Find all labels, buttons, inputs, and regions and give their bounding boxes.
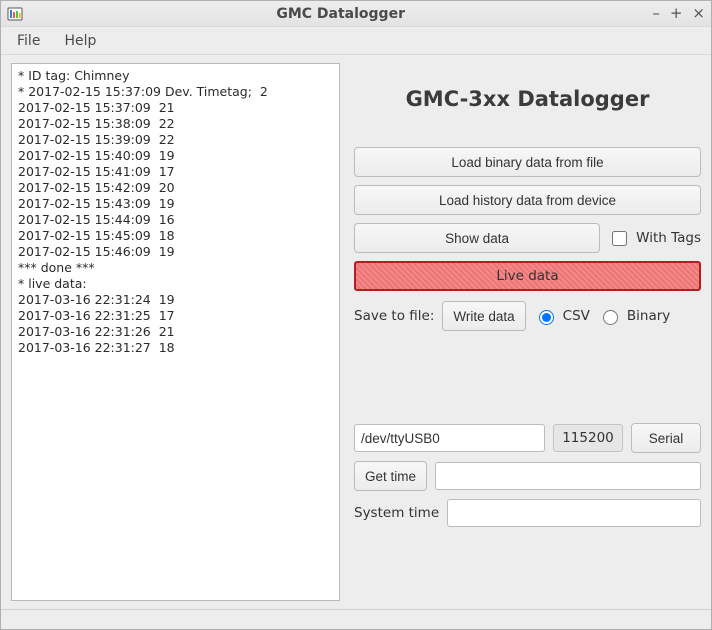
csv-radio-label[interactable]: CSV: [534, 307, 590, 325]
binary-radio[interactable]: [603, 310, 618, 325]
menubar: File Help: [1, 27, 711, 55]
log-textarea[interactable]: * ID tag: Chimney * 2017-02-15 15:37:09 …: [11, 63, 340, 601]
binary-radio-label[interactable]: Binary: [598, 307, 670, 325]
window-controls: – + ×: [652, 6, 705, 21]
app-icon: [7, 6, 23, 22]
csv-radio[interactable]: [539, 310, 554, 325]
device-time-output[interactable]: [435, 462, 701, 490]
statusbar: [1, 609, 711, 629]
system-time-output[interactable]: [447, 499, 701, 527]
show-data-button[interactable]: Show data: [354, 223, 600, 253]
close-icon[interactable]: ×: [692, 6, 705, 21]
left-pane: * ID tag: Chimney * 2017-02-15 15:37:09 …: [11, 63, 340, 601]
with-tags-text: With Tags: [636, 230, 701, 246]
save-to-file-label: Save to file:: [354, 308, 434, 324]
with-tags-checkbox-label[interactable]: With Tags: [608, 228, 701, 249]
with-tags-checkbox[interactable]: [612, 231, 627, 246]
right-pane: GMC-3xx Datalogger Load binary data from…: [354, 63, 701, 601]
menu-help[interactable]: Help: [54, 29, 106, 53]
device-path-input[interactable]: [354, 424, 545, 452]
serial-button[interactable]: Serial: [631, 423, 701, 453]
menu-file[interactable]: File: [7, 29, 50, 53]
live-data-button[interactable]: Live data: [354, 261, 701, 291]
load-binary-file-button[interactable]: Load binary data from file: [354, 147, 701, 177]
load-history-device-button[interactable]: Load history data from device: [354, 185, 701, 215]
content-area: * ID tag: Chimney * 2017-02-15 15:37:09 …: [1, 55, 711, 609]
panel-title: GMC-3xx Datalogger: [354, 87, 701, 111]
minimize-icon[interactable]: –: [652, 6, 660, 21]
write-data-button[interactable]: Write data: [442, 301, 525, 331]
maximize-icon[interactable]: +: [670, 6, 683, 21]
get-time-button[interactable]: Get time: [354, 461, 427, 491]
window-title: GMC Datalogger: [29, 6, 652, 22]
baudrate-selector[interactable]: 115200: [553, 424, 623, 452]
system-time-label: System time: [354, 505, 439, 521]
app-window: GMC Datalogger – + × File Help * ID tag:…: [0, 0, 712, 630]
titlebar: GMC Datalogger – + ×: [1, 1, 711, 27]
